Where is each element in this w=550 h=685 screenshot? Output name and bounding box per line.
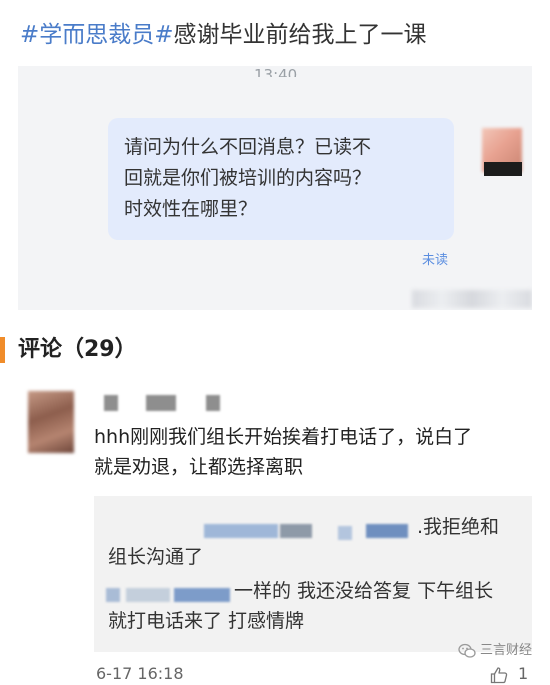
reply-username-redacted <box>174 588 230 602</box>
chat-screenshot: 13:40 请问为什么不回消息？已读不 回就是你们被培训的内容吗？ 时效性在哪里… <box>18 66 532 310</box>
message-bubble: 请问为什么不回消息？已读不 回就是你们被培训的内容吗？ 时效性在哪里？ <box>108 118 454 240</box>
reply-text: 一样的 我还没给答复 下午组长 <box>234 580 494 602</box>
reply-username-redacted <box>280 524 312 538</box>
commenter-avatar[interactable] <box>28 391 74 453</box>
reply-text: .我拒绝和 <box>417 516 500 538</box>
sender-avatar-redacted <box>484 162 522 176</box>
reply-username-redacted <box>126 588 170 602</box>
redacted-area <box>412 290 532 308</box>
section-accent-bar <box>0 337 5 363</box>
like-count: 1 <box>518 664 529 683</box>
post-headline: #学而思裁员#感谢毕业前给我上了一课 <box>20 18 427 52</box>
chat-time: 13:40 <box>254 66 298 77</box>
wechat-icon <box>458 643 476 658</box>
reply-username-redacted <box>204 524 278 538</box>
username-redacted <box>104 395 118 411</box>
reply-thread[interactable]: .我拒绝和 组长沟通了 一样的 我还没给答复 下午组长 就打电话来了 打感情牌 <box>94 496 532 652</box>
message-line: 时效性在哪里？ <box>124 198 258 220</box>
comment-line: 就是劝退，让都选择离职 <box>94 456 304 478</box>
message-line: 请问为什么不回消息？已读不 <box>124 136 372 158</box>
comments-title: 评论（29） <box>18 337 137 362</box>
comment-body: hhh刚刚我们组长开始挨着打电话了，说白了 就是劝退，让都选择离职 <box>94 422 472 482</box>
watermark-text: 三言财经 <box>480 643 533 658</box>
reply-username-redacted <box>338 526 352 540</box>
thumbs-up-icon[interactable] <box>490 666 508 684</box>
hashtag-link[interactable]: #学而思裁员# <box>20 22 174 48</box>
username-redacted <box>206 395 220 411</box>
read-status: 未读 <box>422 253 449 268</box>
reply-username-redacted <box>366 524 408 538</box>
comment-line: hhh刚刚我们组长开始挨着打电话了，说白了 <box>94 426 473 448</box>
reply-username-redacted <box>106 588 120 602</box>
reply-text: 组长沟通了 <box>108 546 204 568</box>
reply-text: 就打电话来了 打感情牌 <box>108 610 305 632</box>
comment-timestamp: 6-17 16:18 <box>96 664 184 683</box>
headline-text: 感谢毕业前给我上了一课 <box>173 22 427 48</box>
message-line: 回就是你们被培训的内容吗？ <box>124 167 372 189</box>
username-redacted <box>146 395 176 411</box>
